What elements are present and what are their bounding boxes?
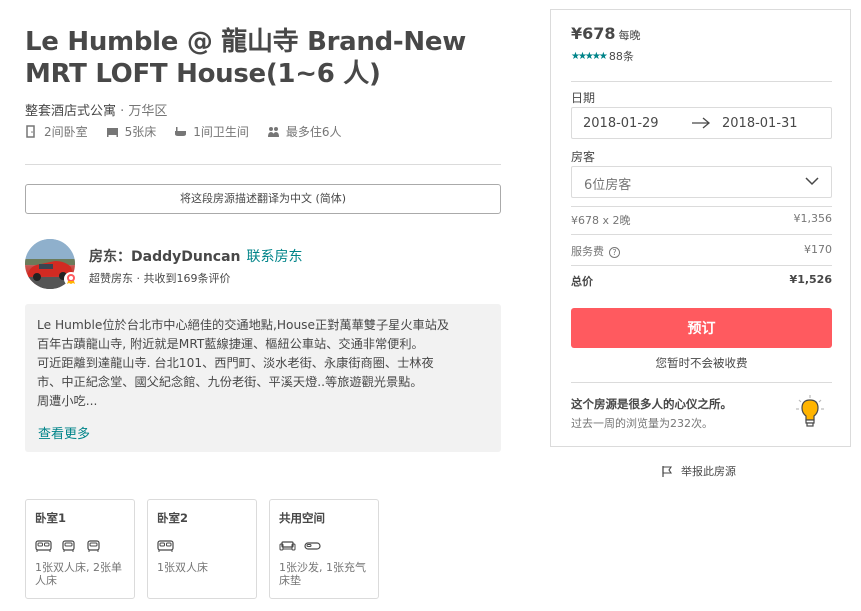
booking-divider <box>571 81 832 82</box>
room-card-bedroom-2: 卧室2 1张双人床 <box>147 499 257 599</box>
room-card-common-space: 共用空间 1张沙发, 1张充气床垫 <box>269 499 379 599</box>
booking-divider <box>571 382 832 383</box>
booking-divider <box>571 265 832 266</box>
date-range-picker: 2018-01-29 2018-01-31 <box>571 107 832 139</box>
sofa-icon <box>279 541 296 551</box>
door-icon <box>26 125 35 138</box>
section-divider <box>25 164 501 165</box>
superhost-medal-icon <box>67 274 75 284</box>
amenity-bedrooms: 2间卧室 <box>25 123 88 140</box>
arrow-right-icon <box>692 117 711 129</box>
translate-description-button[interactable]: 将这段房源描述翻译为中文 (简体) <box>25 184 501 214</box>
bath-icon <box>175 127 187 136</box>
amenity-beds: 5张床 <box>106 123 156 140</box>
guests-label: 房客 <box>571 150 596 164</box>
contact-host-link[interactable]: 联系房东 <box>247 249 303 265</box>
checkout-date[interactable]: 2018-01-31 <box>722 116 798 131</box>
amenities-summary: 2间卧室 5张床 1间卫生间 最多住6人 <box>25 123 342 140</box>
popular-listing-views: 过去一周的浏览量为232次。 <box>571 417 713 430</box>
amenity-bathrooms: 1间卫生间 <box>174 123 249 140</box>
listing-subtitle: 整套酒店式公寓 · 万华区 <box>25 100 167 119</box>
review-count: 88条 <box>608 50 634 63</box>
air-mattress-icon <box>304 542 321 550</box>
subtitle-separator: · <box>116 104 129 119</box>
price-total: 总价 ¥1,526 <box>571 273 832 288</box>
rating[interactable]: ★★★★★ 88条 <box>571 48 634 64</box>
host-summary: 超赞房东 · 共收到169条评价 <box>89 272 231 285</box>
popular-listing-title: 这个房源是很多人的心仪之所。 <box>571 397 732 411</box>
booking-panel: ¥678 每晚 ★★★★★ 88条 日期 2018-01-29 2018-01-3… <box>550 9 851 447</box>
guests-icon <box>267 127 279 137</box>
report-listing-link[interactable]: 举报此房源 <box>661 463 736 479</box>
star-rating-icon: ★★★★★ <box>571 50 608 62</box>
property-type: 整套酒店式公寓 <box>25 104 117 119</box>
book-button[interactable]: 预订 <box>571 308 832 348</box>
lightbulb-icon <box>796 395 824 427</box>
nightly-price: ¥678 每晚 <box>571 24 641 43</box>
description-text: Le Humble位於台北市中心絕佳的交通地點,House正對萬華雙子星火車站及… <box>37 318 450 408</box>
help-question-icon[interactable]: ? <box>609 246 620 258</box>
single-bed-icon <box>87 540 100 552</box>
double-bed-icon <box>35 540 52 552</box>
guests-select[interactable]: 6位房客 <box>571 166 832 198</box>
guests-value: 6位房客 <box>584 178 632 193</box>
host-name: DaddyDuncan <box>131 249 241 265</box>
superhost-badge <box>64 272 78 286</box>
flag-icon <box>662 465 673 477</box>
property-location: 万华区 <box>128 104 168 119</box>
chevron-down-icon <box>805 177 819 186</box>
single-bed-icon <box>62 540 75 552</box>
room-card-bedroom-1: 卧室1 1张双人床, 2张单人床 <box>25 499 135 599</box>
host-name-line: 房东：DaddyDuncan 联系房东 <box>89 249 303 265</box>
description-box: Le Humble位於台北市中心絕佳的交通地點,House正對萬華雙子星火車站及… <box>25 304 501 452</box>
listing-title: Le Humble @ 龍山寺 Brand-New MRT LOFT House… <box>25 27 466 89</box>
price-breakdown-nightly: ¥678 x 2晚 ¥1,356 <box>571 212 832 227</box>
read-more-link[interactable]: 查看更多 <box>38 423 90 442</box>
checkin-date[interactable]: 2018-01-29 <box>583 116 659 131</box>
amenity-guests: 最多住6人 <box>267 123 342 140</box>
booking-divider <box>571 206 832 207</box>
price-breakdown-service: 服务费? ¥170 <box>571 243 832 258</box>
dates-label: 日期 <box>571 91 596 105</box>
no-charge-notice: 您暂时不会被收费 <box>655 356 748 370</box>
booking-divider <box>571 234 832 235</box>
bed-icon <box>106 128 118 137</box>
double-bed-icon <box>157 540 174 552</box>
